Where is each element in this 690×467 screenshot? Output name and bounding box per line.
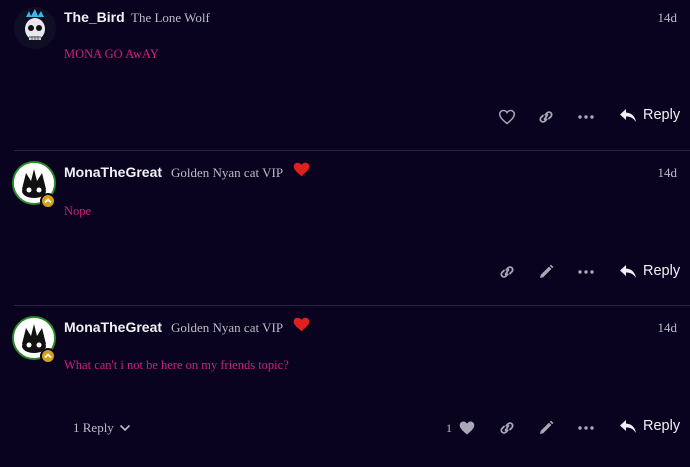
red-heart-icon: [293, 162, 310, 182]
post-author[interactable]: MonaTheGreat: [64, 319, 162, 335]
heart-icon: [498, 109, 516, 125]
pencil-icon: [540, 264, 554, 278]
chevron-up-icon: [44, 198, 52, 204]
trust-level-badge: [40, 193, 56, 209]
trust-level-badge: [40, 348, 56, 364]
reply-button[interactable]: Reply: [619, 263, 680, 279]
reply-label: Reply: [643, 263, 681, 279]
avatar-the-bird[interactable]: [14, 7, 56, 49]
replies-count-label: 1 Reply: [73, 420, 114, 435]
post-author[interactable]: The_Bird: [64, 9, 125, 25]
ellipsis-icon: [578, 270, 594, 274]
user-title: The Lone Wolf: [131, 10, 210, 25]
post-3: MonaTheGreat Golden Nyan cat VIP 14d Wha…: [0, 306, 690, 467]
reply-arrow-icon: [620, 419, 636, 433]
show-replies-button[interactable]: 1 Reply: [73, 420, 131, 436]
reply-button[interactable]: Reply: [619, 418, 680, 434]
reply-button[interactable]: Reply: [619, 107, 680, 123]
skull-avatar-icon: [14, 7, 56, 49]
like-count[interactable]: 1: [446, 421, 452, 436]
ellipsis-icon: [578, 115, 594, 119]
more-actions-button[interactable]: [575, 417, 597, 439]
ellipsis-icon: [578, 426, 594, 430]
link-icon: [500, 266, 514, 278]
reply-label: Reply: [643, 107, 681, 123]
user-title: Golden Nyan cat VIP: [171, 320, 284, 335]
post-content: MONA GO AwAY: [64, 47, 159, 61]
post-1: The_Bird The Lone Wolf 14d MONA GO AwAY …: [0, 0, 690, 150]
more-actions-button[interactable]: [575, 106, 597, 128]
post-content: Nope: [64, 204, 92, 218]
post-date[interactable]: 14d: [658, 10, 678, 26]
reply-arrow-icon: [620, 108, 636, 122]
edit-button[interactable]: [535, 417, 557, 439]
post-date[interactable]: 14d: [658, 320, 678, 336]
post-content: What can't i not be here on my friends t…: [64, 358, 289, 372]
post-date[interactable]: 14d: [658, 165, 678, 181]
heart-icon: [459, 421, 475, 435]
reply-arrow-icon: [620, 264, 636, 278]
post-author[interactable]: MonaTheGreat: [64, 164, 162, 180]
user-title: Golden Nyan cat VIP: [171, 165, 284, 180]
like-button[interactable]: [456, 417, 478, 439]
chevron-down-icon: [119, 424, 130, 432]
pencil-icon: [540, 420, 554, 434]
link-icon: [539, 111, 553, 123]
red-heart-icon: [293, 317, 310, 337]
reply-label: Reply: [643, 418, 681, 434]
link-icon: [500, 422, 514, 434]
more-actions-button[interactable]: [575, 261, 597, 283]
chevron-up-icon: [44, 353, 52, 359]
copy-link-button[interactable]: [535, 106, 557, 128]
copy-link-button[interactable]: [496, 417, 518, 439]
copy-link-button[interactable]: [496, 261, 518, 283]
post-2: MonaTheGreat Golden Nyan cat VIP 14d Nop…: [0, 151, 690, 305]
edit-button[interactable]: [535, 261, 557, 283]
like-button[interactable]: [496, 106, 518, 128]
